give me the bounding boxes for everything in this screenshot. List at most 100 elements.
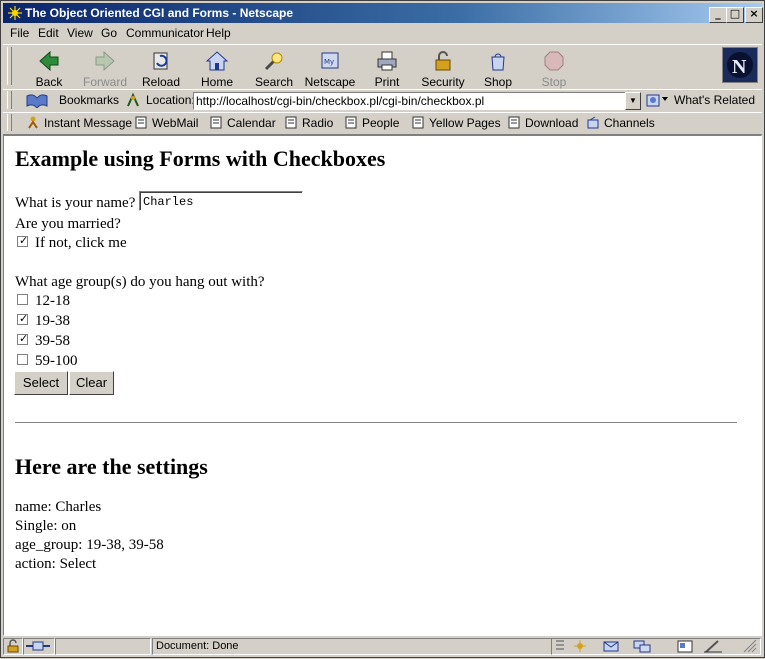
security-status-panel[interactable]	[3, 638, 23, 655]
menu-file[interactable]: File	[10, 26, 29, 40]
shop-label: Shop	[483, 75, 513, 89]
menu-communicator[interactable]: Communicator	[126, 26, 204, 40]
print-icon	[377, 51, 397, 71]
maximize-button[interactable]: □	[726, 7, 744, 23]
back-button[interactable]: Back	[21, 47, 77, 89]
select-button[interactable]: Select	[14, 371, 68, 395]
webmail-link[interactable]: WebMail	[135, 116, 198, 130]
age-checkbox-59-100[interactable]	[17, 354, 28, 365]
menu-view[interactable]: View	[67, 26, 93, 40]
bookmark-doc-icon	[285, 116, 297, 129]
address-book-icon	[677, 640, 693, 653]
bookmarks-icon	[26, 94, 48, 108]
search-button[interactable]: Search	[246, 47, 302, 89]
shop-button[interactable]: Shop	[470, 47, 526, 89]
calendar-link[interactable]: Calendar	[210, 116, 276, 130]
mail-icon	[603, 641, 619, 652]
component-bar	[551, 638, 761, 655]
forward-button[interactable]: Forward	[77, 47, 133, 89]
bookmark-doc-icon	[135, 116, 147, 129]
checkmark-icon: ✓	[19, 332, 29, 345]
whats-related-button[interactable]: What's Related	[674, 93, 755, 107]
setting-line: age_group: 19-38, 39-58	[15, 537, 164, 553]
discussions-icon	[633, 640, 651, 653]
title-bar: The Object Oriented CGI and Forms - Nets…	[3, 3, 763, 23]
yellow-pages-link[interactable]: Yellow Pages	[412, 116, 501, 130]
progress-panel	[55, 638, 151, 655]
checkmark-icon: ✓	[19, 234, 29, 247]
page-content: Example using Forms with Checkboxes What…	[3, 135, 762, 636]
location-toolbar: Bookmarks Location: http://localhost/cgi…	[3, 89, 762, 113]
menu-help[interactable]: Help	[206, 26, 231, 40]
location-label: Location:	[146, 93, 195, 107]
search-icon	[264, 52, 283, 71]
menu-bar: File Edit View Go Communicator Help	[3, 24, 762, 42]
shop-bag-icon	[491, 53, 505, 71]
age-checkbox-label: 59-100	[35, 353, 78, 369]
bookmark-doc-icon	[210, 116, 222, 129]
instant-message-icon	[28, 116, 38, 129]
page-heading: Example using Forms with Checkboxes	[15, 146, 386, 171]
back-arrow-icon	[39, 50, 59, 72]
netscape-button[interactable]: My Netscape	[302, 47, 358, 89]
padlock-icon	[7, 639, 19, 653]
connection-status-panel	[23, 638, 55, 655]
married-checkbox-label: If not, click me	[35, 235, 127, 251]
netscape-logo[interactable]: N	[722, 47, 758, 83]
bookmarks-button[interactable]: Bookmarks	[59, 93, 119, 107]
reload-icon	[153, 52, 168, 70]
stop-label: Stop	[541, 75, 567, 89]
security-button[interactable]: Security	[415, 47, 471, 89]
search-label: Search	[254, 75, 294, 89]
clear-button[interactable]: Clear	[69, 371, 114, 395]
menu-go[interactable]: Go	[101, 26, 117, 40]
name-input[interactable]: Charles	[139, 191, 303, 211]
composer-icon	[704, 640, 722, 653]
married-checkbox[interactable]: ✓	[17, 234, 29, 247]
navigation-toolbar: Back Forward Reload Home Search My Netsc…	[3, 44, 762, 90]
age-checkbox-19-38[interactable]: ✓	[17, 312, 28, 325]
home-button[interactable]: Home	[189, 47, 245, 89]
instant-message-link[interactable]: Instant Message	[27, 116, 132, 130]
url-dropdown-button[interactable]: ▼	[625, 92, 641, 110]
url-input[interactable]: http://localhost/cgi-bin/checkbox.pl/cgi…	[193, 92, 627, 110]
personal-toolbar: Instant Message WebMail Calendar Radio P…	[3, 112, 762, 135]
netscape-label: Netscape	[304, 75, 356, 89]
menu-edit[interactable]: Edit	[38, 26, 59, 40]
setting-line: Single: on	[15, 518, 77, 534]
channels-label: Channels	[604, 116, 655, 130]
people-link[interactable]: People	[345, 116, 399, 130]
channels-link[interactable]: Channels	[587, 116, 655, 130]
close-button[interactable]: ×	[745, 7, 763, 23]
stop-button[interactable]: Stop	[526, 47, 582, 89]
reload-button[interactable]: Reload	[133, 47, 189, 89]
name-label: What is your name?	[15, 195, 136, 211]
whats-related-icon	[646, 94, 668, 107]
navigator-icon	[574, 640, 586, 652]
minimize-button[interactable]: _	[709, 7, 727, 23]
stop-icon	[544, 51, 564, 71]
toolbar-grip[interactable]	[7, 47, 12, 85]
bookmark-doc-icon	[412, 116, 424, 129]
home-label: Home	[200, 75, 233, 89]
forward-label: Forward	[82, 75, 127, 89]
back-label: Back	[35, 75, 63, 89]
toolbar-grip[interactable]	[7, 91, 12, 109]
age-checkbox-label: 39-58	[35, 333, 70, 349]
toolbar-grip[interactable]	[7, 114, 12, 131]
age-checkbox-label: 12-18	[35, 293, 70, 309]
download-link[interactable]: Download	[508, 116, 578, 130]
netscape-n-logo-icon: N	[723, 48, 757, 82]
calendar-label: Calendar	[227, 116, 276, 130]
location-page-proxy-icon	[127, 92, 139, 107]
age-group-label: What age group(s) do you hang out with?	[15, 274, 265, 290]
forward-arrow-icon	[95, 50, 115, 72]
radio-link[interactable]: Radio	[285, 116, 333, 130]
married-label: Are you married?	[15, 216, 121, 232]
horizontal-rule	[15, 422, 737, 424]
age-checkbox-12-18[interactable]	[17, 294, 28, 305]
age-checkbox-39-58[interactable]: ✓	[17, 332, 29, 345]
channels-folder-icon	[587, 116, 599, 129]
instant-message-label: Instant Message	[44, 116, 133, 130]
print-button[interactable]: Print	[359, 47, 415, 89]
